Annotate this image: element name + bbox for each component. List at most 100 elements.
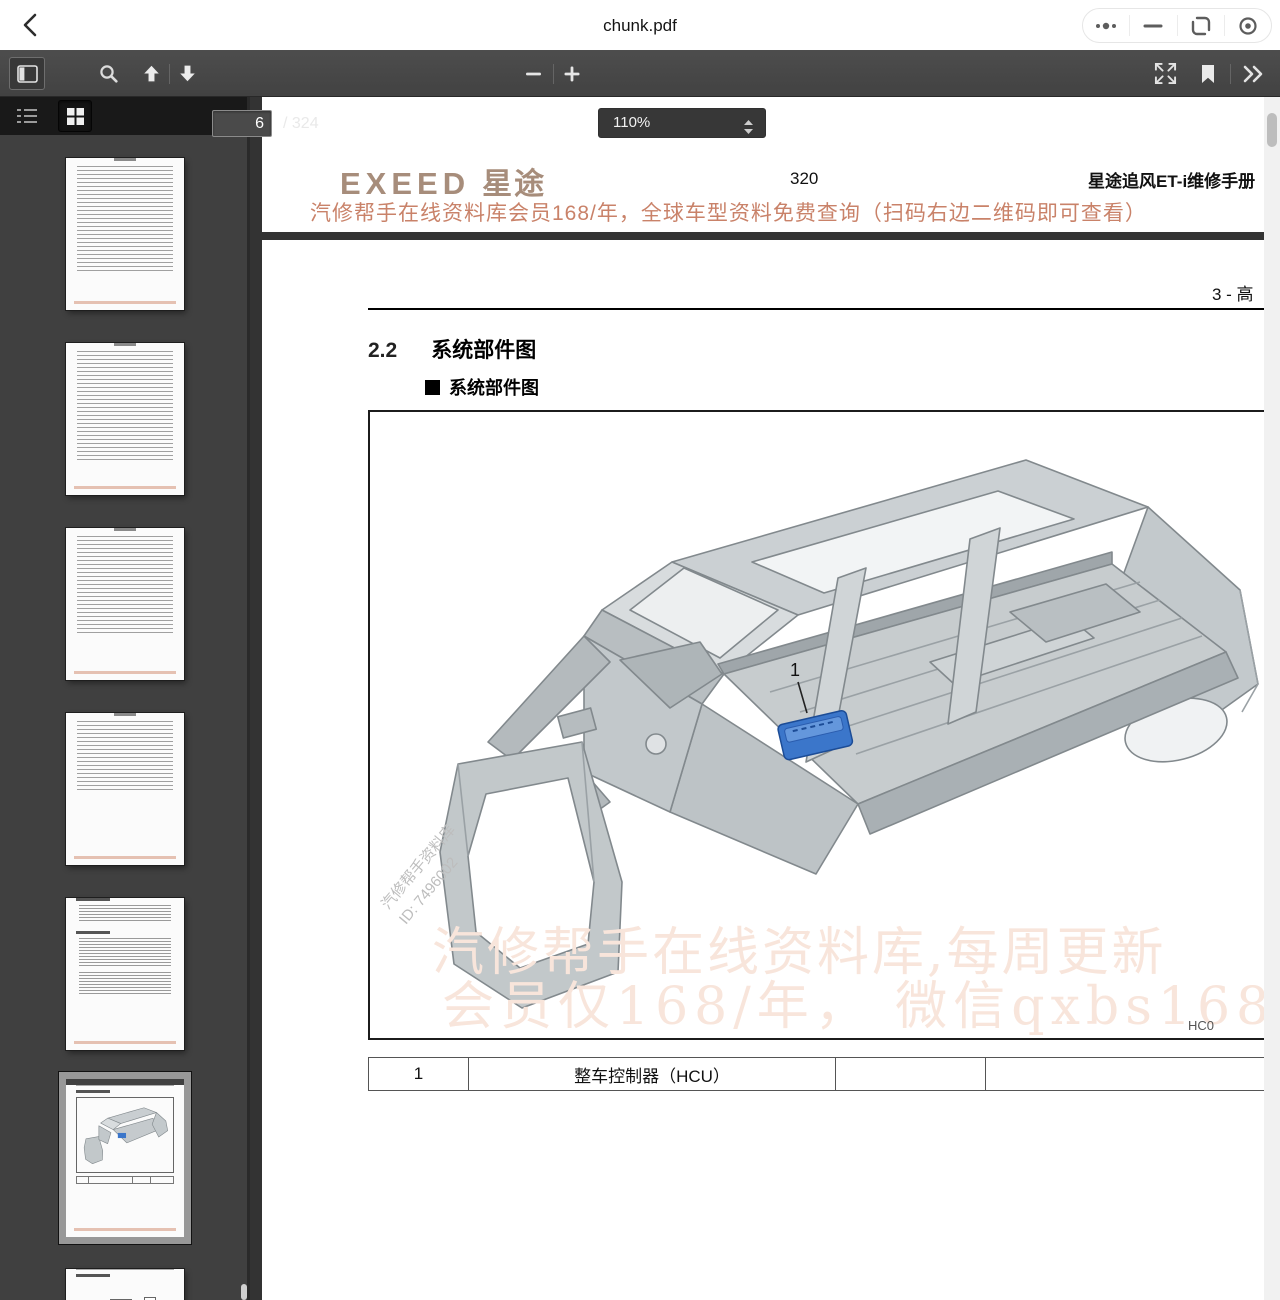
thumb-car-image	[77, 1098, 173, 1172]
thumb-title-line	[114, 713, 136, 716]
thumbnails-sidebar	[0, 97, 250, 1300]
sidebar-scrollbar-thumb[interactable]	[241, 1284, 247, 1300]
pdf-page-6: 3 - 高 2.2 系统部件图 系统部件图	[262, 240, 1264, 1300]
thumb-title-line	[114, 158, 136, 161]
section-title: 系统部件图	[431, 339, 536, 362]
minus-icon	[1141, 14, 1165, 38]
arrow-down-icon	[178, 64, 197, 83]
more-options-button[interactable]	[1083, 9, 1129, 42]
thumb-title-line	[114, 528, 136, 531]
thumbnail-page-7[interactable]	[66, 1269, 184, 1300]
circle-dot-icon	[1236, 14, 1260, 38]
previous-page-button[interactable]	[136, 57, 166, 90]
search-button[interactable]	[92, 57, 124, 90]
table-cell-name: 整车控制器（HCU）	[469, 1058, 836, 1090]
divider	[553, 64, 554, 84]
thumbnails-view-button[interactable]	[58, 100, 92, 132]
zoom-level-value: 110%	[613, 114, 650, 131]
window-titlebar: chunk.pdf	[0, 0, 1280, 50]
thumb-title-line	[114, 343, 136, 346]
thumb-footer-line	[74, 671, 176, 674]
thumbnail-selected-frame[interactable]	[59, 1072, 191, 1244]
callout-number: 1	[790, 660, 800, 680]
thumb-footer-line	[74, 856, 176, 859]
thumb-header-rule	[76, 1085, 174, 1086]
subsection-title: 系统部件图	[449, 374, 539, 400]
manual-title: 星途追风ET-i维修手册	[1088, 167, 1255, 192]
document-outline-icon	[17, 107, 37, 125]
spinner-caret-icon	[744, 116, 753, 144]
zoom-in-button[interactable]	[557, 57, 587, 90]
zoom-out-button[interactable]	[518, 57, 548, 90]
sidebar-toggle-button[interactable]	[9, 57, 45, 90]
page-count-label: / 324	[283, 100, 319, 147]
fullscreen-icon	[1154, 62, 1177, 85]
center-watermark-line2: 会员仅168/年， 微信qxbs1688	[442, 964, 1264, 1039]
subsection-heading: 系统部件图	[425, 374, 539, 400]
thumb-paragraph	[79, 972, 171, 994]
plus-icon	[564, 66, 580, 82]
outline-view-button[interactable]	[10, 100, 44, 132]
thumb-header-rule	[76, 1269, 174, 1270]
thumb-footer-line	[74, 1228, 176, 1231]
chapter-header: 3 - 高	[1212, 280, 1254, 305]
thumbnail-page-5[interactable]	[66, 898, 184, 1050]
system-components-figure: 1 汽修帮手资料库 ID: 7496002 汽修帮手在线资料库,每周更新 会员仅…	[368, 410, 1264, 1040]
double-chevron-right-icon	[1243, 65, 1264, 83]
figure-code: HC0	[1188, 1018, 1214, 1033]
thumbnail-page-6[interactable]	[66, 1085, 184, 1237]
next-page-button[interactable]	[172, 57, 202, 90]
thumb-heading-dash	[76, 898, 110, 901]
presentation-mode-button[interactable]	[1149, 57, 1181, 90]
zoom-level-select[interactable]: 110%	[598, 108, 766, 138]
table-cell-index: 1	[369, 1058, 469, 1090]
restore-button[interactable]	[1178, 9, 1224, 42]
bookmark-button[interactable]	[1193, 57, 1223, 90]
restore-icon	[1189, 14, 1213, 38]
pdf-viewer-window: chunk.pdf	[0, 0, 1280, 1300]
thumb-footer-line	[74, 1041, 176, 1044]
thumb-table-row	[76, 1176, 174, 1184]
divider	[1230, 64, 1231, 84]
thumb-text-lines	[77, 166, 173, 274]
page-number-input[interactable]	[212, 110, 272, 137]
thumb-text-lines	[77, 721, 173, 793]
window-controls-capsule	[1082, 8, 1272, 43]
thumb-figure-box	[76, 1097, 174, 1173]
thumb-heading-dash	[76, 1090, 110, 1093]
thumb-paragraph	[79, 938, 171, 968]
search-icon	[99, 64, 118, 83]
minus-icon	[526, 72, 541, 76]
scrollbar-thumb[interactable]	[1267, 113, 1277, 147]
grid-icon	[67, 108, 84, 125]
thumbnail-page-4[interactable]	[66, 713, 184, 865]
thumb-paragraph	[79, 905, 171, 923]
thumbnail-list	[0, 135, 250, 1300]
document-viewport[interactable]: EXEED星途 320 星途追风ET-i维修手册 汽修帮手在线资料库会员168/…	[253, 97, 1264, 1300]
bookmark-icon	[1200, 64, 1216, 84]
thumb-text-lines	[77, 351, 173, 463]
header-rule	[368, 308, 1264, 310]
section-number: 2.2	[368, 339, 397, 362]
black-square-bullet-icon	[425, 380, 440, 395]
minimize-button[interactable]	[1130, 9, 1176, 42]
vertical-scrollbar[interactable]	[1264, 97, 1280, 1300]
thumbnail-page-2[interactable]	[66, 343, 184, 495]
thumb-heading-dash	[76, 931, 110, 934]
components-table: 1 整车控制器（HCU）	[368, 1057, 1264, 1091]
sidebar-icon	[17, 65, 38, 83]
thumb-footer-line	[74, 301, 176, 304]
section-heading: 2.2 系统部件图	[368, 334, 536, 364]
thumbnail-page-3[interactable]	[66, 528, 184, 680]
target-button[interactable]	[1225, 9, 1271, 42]
more-tools-button[interactable]	[1237, 57, 1269, 90]
divider	[169, 64, 170, 84]
pdf-toolbar: / 324 110%	[0, 50, 1280, 97]
promo-watermark-line: 汽修帮手在线资料库会员168/年，全球车型资料免费查询（扫码右边二维码即可查看）	[310, 197, 1147, 227]
thumb-text-lines	[77, 536, 173, 636]
thumbnail-page-1[interactable]	[66, 158, 184, 310]
ellipsis-icon	[1091, 14, 1121, 38]
arrow-up-icon	[142, 64, 161, 83]
thumb-heading-dash	[76, 1274, 110, 1277]
page-number-320: 320	[790, 169, 818, 189]
